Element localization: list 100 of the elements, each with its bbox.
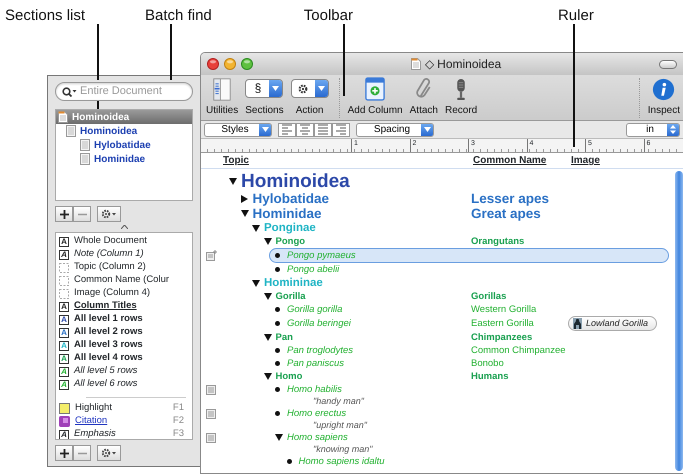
section-item[interactable]: Hominoidea <box>56 110 192 124</box>
style-name[interactable]: Highlight <box>75 401 112 416</box>
citation-style-icon <box>59 416 70 427</box>
add-button[interactable] <box>55 206 73 222</box>
common-name-text: Gorillas <box>471 290 508 303</box>
align-left-icon <box>280 123 294 136</box>
toolbar-button[interactable]: Record <box>444 78 478 118</box>
topic-text[interactable]: Hominoidea <box>241 172 471 191</box>
note-icon[interactable] <box>206 432 216 442</box>
section-item[interactable]: Hominoidea <box>56 124 192 138</box>
toolbar-button[interactable]: Utilities <box>206 78 238 118</box>
column-header[interactable]: Common Name <box>473 153 571 168</box>
spacing-popup[interactable]: Spacing <box>356 122 434 136</box>
align-right-icon <box>334 123 348 136</box>
dropdown-arrow-icon <box>424 127 430 132</box>
column-header[interactable]: Topic <box>223 153 473 168</box>
style-name[interactable]: Whole Document <box>74 234 147 249</box>
section-item[interactable]: Hominidae <box>56 152 192 166</box>
bullet-icon <box>275 253 280 258</box>
topic-text[interactable]: Hominidae <box>252 206 471 221</box>
disclosure-triangle-icon[interactable] <box>264 334 272 341</box>
bullet-icon <box>275 321 280 326</box>
style-name[interactable]: Image (Column 4) <box>74 286 150 301</box>
zoom-button[interactable] <box>241 58 253 70</box>
utilities-icon <box>213 78 232 101</box>
style-icon: A <box>59 366 69 376</box>
scrollbar[interactable] <box>675 171 683 471</box>
add-note-icon[interactable] <box>206 250 216 261</box>
style-name[interactable]: All level 4 rows <box>74 351 143 366</box>
disclosure-triangle-icon[interactable] <box>229 178 237 185</box>
style-name[interactable]: Citation <box>75 414 108 429</box>
page-icon <box>80 139 90 151</box>
close-button[interactable] <box>207 58 219 70</box>
toolbar-button[interactable]: Action <box>290 77 329 118</box>
style-name[interactable]: All level 6 rows <box>74 377 138 392</box>
disclosure-triangle-icon[interactable] <box>240 210 248 217</box>
bullet-icon <box>275 307 280 312</box>
common-name-text: Orangutans <box>471 235 526 248</box>
toolbar-button[interactable]: § Sections <box>245 77 284 118</box>
style-name[interactable]: All level 2 rows <box>74 325 143 340</box>
gear-icon <box>101 209 117 219</box>
note-text[interactable]: "upright man" <box>313 420 367 431</box>
disclosure-triangle-icon[interactable] <box>240 194 248 202</box>
page-icon <box>66 125 76 137</box>
note-text[interactable]: "knowing man" <box>313 444 372 455</box>
style-name[interactable]: All level 1 rows <box>74 312 143 327</box>
gear-menu-button[interactable] <box>97 445 121 461</box>
common-name-text: Common Chimpanzee <box>471 344 567 357</box>
toolbar-button[interactable]: Inspect <box>648 78 680 118</box>
style-name[interactable]: Topic (Column 2) <box>74 260 146 275</box>
bullet-icon <box>275 387 280 392</box>
align-center-icon <box>298 123 312 136</box>
plus-icon <box>60 210 68 218</box>
disclosure-triangle-icon[interactable] <box>275 434 283 441</box>
toolbar-button[interactable]: Add Column <box>348 77 403 118</box>
bullet-icon <box>275 361 280 366</box>
shortcut-key: F1 <box>172 401 192 416</box>
align-left-button[interactable] <box>278 122 296 136</box>
bullet-icon <box>286 459 292 464</box>
callout-label: Sections list <box>5 6 86 26</box>
styles-popup[interactable]: Styles <box>204 122 272 136</box>
disclosure-triangle-icon[interactable] <box>252 224 260 232</box>
style-name[interactable]: All level 5 rows <box>74 364 138 379</box>
toolbar-toggle-button[interactable] <box>659 60 677 68</box>
disclosure-triangle-icon[interactable] <box>264 238 272 245</box>
justify-button[interactable] <box>314 122 332 136</box>
gear-icon <box>298 84 308 94</box>
style-name[interactable]: Column Titles <box>74 299 137 314</box>
microphone-icon <box>455 78 468 101</box>
image-thumbnail-icon <box>573 318 582 329</box>
note-text[interactable]: "handy man" <box>313 396 364 407</box>
dropdown-arrow-icon <box>318 86 325 91</box>
topic-text[interactable]: Hylobatidae <box>252 191 471 206</box>
style-name[interactable]: Common Name (Colur <box>74 273 170 288</box>
align-center-button[interactable] <box>296 122 314 136</box>
toolbar-button[interactable]: Attach <box>410 78 438 118</box>
note-icon[interactable] <box>206 408 216 418</box>
common-name-text: Great apes <box>471 206 542 221</box>
splitter-handle-icon[interactable] <box>120 225 128 229</box>
callout-label: Batch find <box>145 6 212 26</box>
style-icon: A <box>59 236 69 246</box>
column-header[interactable]: Image <box>571 153 600 168</box>
style-name[interactable]: All level 3 rows <box>74 338 143 353</box>
style-name[interactable]: Emphasis <box>74 427 116 439</box>
disclosure-triangle-icon[interactable] <box>264 373 272 380</box>
style-name[interactable]: Note (Column 1) <box>74 247 144 262</box>
disclosure-triangle-icon[interactable] <box>252 280 260 286</box>
add-button[interactable] <box>55 445 73 461</box>
image-attachment[interactable]: Lowland Gorilla <box>568 316 658 331</box>
gear-icon <box>101 448 117 458</box>
search-field[interactable]: Entire Document <box>55 82 193 101</box>
callout-label: Toolbar <box>304 6 353 26</box>
search-input[interactable]: Entire Document <box>80 83 180 100</box>
units-popup[interactable]: in <box>626 122 680 136</box>
note-icon[interactable] <box>206 384 216 394</box>
gear-menu-button[interactable] <box>97 206 121 222</box>
align-right-button[interactable] <box>332 122 350 136</box>
style-icon: A <box>59 302 69 312</box>
disclosure-triangle-icon[interactable] <box>264 293 272 300</box>
section-item[interactable]: Hylobatidae <box>56 138 192 152</box>
